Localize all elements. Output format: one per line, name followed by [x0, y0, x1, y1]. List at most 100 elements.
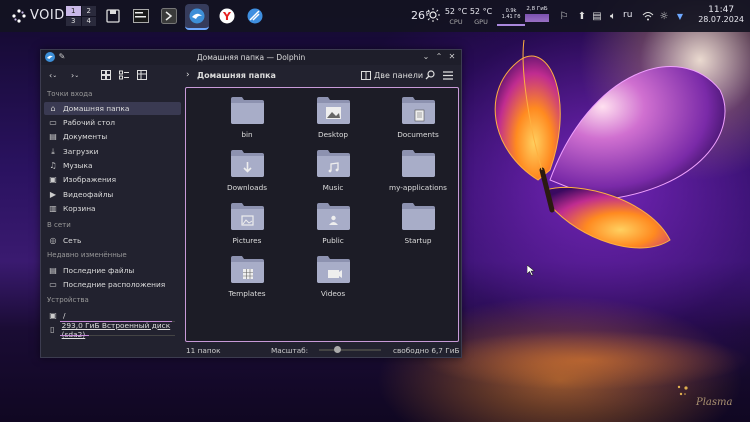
- breadcrumb-chevron-icon[interactable]: ›: [186, 69, 190, 81]
- zoom-slider[interactable]: [319, 346, 381, 353]
- system-monitor-task-icon[interactable]: [129, 4, 153, 28]
- sidebar-item[interactable]: ♫ Музыка: [44, 159, 181, 172]
- network-speed[interactable]: 0.9k 1.41 Гб: [497, 8, 525, 26]
- folder-icon: [231, 97, 264, 124]
- digital-clock[interactable]: 11:47 28.07.2024: [698, 5, 744, 25]
- folder-item[interactable]: Templates: [217, 255, 277, 305]
- sidebar-item-label: Видеофайлы: [63, 190, 114, 199]
- minimize-icon[interactable]: ⌄: [421, 52, 431, 62]
- videos-icon: ▶: [49, 190, 57, 199]
- folder-item[interactable]: Music: [303, 149, 363, 199]
- compact-view-button[interactable]: [119, 69, 129, 81]
- sidebar-item[interactable]: ◎ Сеть: [44, 234, 181, 247]
- clipboard-icon[interactable]: ▤: [590, 9, 604, 23]
- search-button[interactable]: [425, 69, 435, 81]
- sidebar-item[interactable]: ▤ Документы: [44, 130, 181, 143]
- desktop-2[interactable]: 2: [81, 6, 96, 16]
- water-reflection: [420, 330, 750, 390]
- details-view-button[interactable]: [137, 69, 147, 81]
- split-view-button[interactable]: Две панели: [361, 69, 423, 81]
- folder-item[interactable]: Downloads: [217, 149, 277, 199]
- maximize-icon[interactable]: ⌃: [434, 52, 444, 62]
- close-icon[interactable]: ✕: [447, 52, 457, 62]
- keyboard-layout[interactable]: ru: [623, 10, 632, 20]
- launcher-label[interactable]: VOID: [30, 8, 65, 23]
- item-count: 11 папок: [186, 346, 221, 355]
- folder-item[interactable]: Public: [303, 202, 363, 252]
- sidebar-item[interactable]: ▭ Последние расположения: [44, 278, 181, 291]
- sidebar-item-label: Изображения: [63, 175, 117, 184]
- window-titlebar[interactable]: ✎ Домашняя папка — Dolphin ⌄ ⌃ ✕: [41, 50, 461, 65]
- folder-icon: [231, 150, 264, 177]
- updates-icon[interactable]: ⬆: [575, 9, 589, 23]
- folder-item[interactable]: Startup: [388, 202, 448, 252]
- free-space: свободно 6,7 ГиБ: [393, 346, 460, 355]
- desktop-4[interactable]: 4: [81, 16, 96, 26]
- status-bar: 11 папок Масштаб: свободно 6,7 ГиБ: [41, 343, 461, 357]
- save-task-icon[interactable]: [101, 4, 125, 28]
- sidebar-item[interactable]: ▶ Видеофайлы: [44, 188, 181, 201]
- split-view-label: Две панели: [374, 70, 424, 80]
- network-section-header: В сети: [47, 221, 71, 229]
- folder-icon: [317, 203, 350, 230]
- sidebar-item[interactable]: ▣ Изображения: [44, 173, 181, 186]
- virtual-desktop-pager[interactable]: 1 2 3 4: [66, 6, 96, 26]
- gpu-temp: 52 °C: [469, 7, 493, 16]
- trash-icon: ▥: [49, 204, 57, 213]
- zoom-slider-handle[interactable]: [334, 346, 342, 353]
- mouse-pointer-icon: [527, 265, 535, 276]
- back-button[interactable]: ‹ ⌄: [49, 69, 57, 81]
- sidebar-item[interactable]: ▥ Корзина: [44, 202, 181, 215]
- folder-item[interactable]: bin: [217, 96, 277, 146]
- cpu-label: CPU: [449, 18, 463, 26]
- folder-item[interactable]: Documents: [388, 96, 448, 146]
- forward-button[interactable]: › ⌄: [71, 69, 79, 81]
- desktop-icon: ▭: [49, 118, 57, 127]
- terminal-task-icon[interactable]: [157, 4, 181, 28]
- browser-task-icon[interactable]: [243, 4, 267, 28]
- sidebar-item[interactable]: ▭ Рабочий стол: [44, 116, 181, 129]
- file-view[interactable]: bin Desktop Documents Downloads Music my-appl…: [185, 87, 459, 342]
- folder-icon: [402, 150, 435, 177]
- gpu-sensor[interactable]: 52 °C GPU: [469, 7, 493, 27]
- cpu-sensor[interactable]: 52 °C CPU: [444, 7, 468, 27]
- root-drive-icon: ▣: [49, 311, 57, 320]
- wifi-icon[interactable]: [641, 9, 655, 23]
- device-usage-bar: [60, 334, 175, 336]
- folder-item[interactable]: Pictures: [217, 202, 277, 252]
- folder-item[interactable]: Desktop: [303, 96, 363, 146]
- volume-icon[interactable]: 🔈︎: [606, 9, 620, 23]
- sidebar-item-label: Сеть: [63, 236, 82, 245]
- hamburger-menu-button[interactable]: [443, 69, 453, 81]
- folder-name: Downloads: [226, 183, 268, 192]
- sidebar-item-label: Последние расположения: [63, 280, 166, 289]
- clock-date: 28.07.2024: [698, 15, 744, 24]
- breadcrumb-home[interactable]: Домашняя папка: [197, 69, 276, 81]
- icons-view-button[interactable]: [101, 69, 111, 81]
- clock-time: 11:47: [708, 5, 735, 15]
- yandex-browser-task-icon[interactable]: Y: [215, 4, 239, 28]
- sidebar-item[interactable]: ⌂ Домашняя папка: [44, 102, 181, 115]
- sidebar-item[interactable]: ▤ Последние файлы: [44, 264, 181, 277]
- drive-icon: ▯: [50, 325, 55, 334]
- sidebar-item-label: Музыка: [63, 161, 93, 170]
- plasma-watermark: Plasma: [696, 397, 733, 408]
- zoom-label: Масштаб:: [271, 346, 309, 355]
- sidebar-item[interactable]: ⤓ Загрузки: [44, 145, 181, 158]
- downloads-icon: ⤓: [51, 146, 55, 156]
- tray-expand-icon[interactable]: ▼: [673, 9, 687, 23]
- places-panel: Точки входа В сети Недавно изменённые Ус…: [44, 88, 181, 344]
- dolphin-task-icon[interactable]: [185, 4, 209, 30]
- desktop-1[interactable]: 1: [66, 6, 81, 16]
- sidebar-item[interactable]: ▯293,0 ГиБ Встроенный диск (sda2): [44, 321, 181, 339]
- memory-monitor[interactable]: 2,8 ГиБ: [525, 6, 549, 22]
- recent-files-icon: ▤: [49, 266, 57, 275]
- brightness-icon[interactable]: ☼: [657, 9, 671, 23]
- folder-item[interactable]: my-applications: [388, 149, 448, 199]
- folder-icon: [317, 256, 350, 283]
- void-logo-icon[interactable]: [12, 9, 26, 23]
- sidebar-item-label: Последние файлы: [63, 266, 135, 275]
- desktop-3[interactable]: 3: [66, 16, 81, 26]
- folder-item[interactable]: Videos: [303, 255, 363, 305]
- kde-connect-icon[interactable]: ⚐: [557, 9, 571, 23]
